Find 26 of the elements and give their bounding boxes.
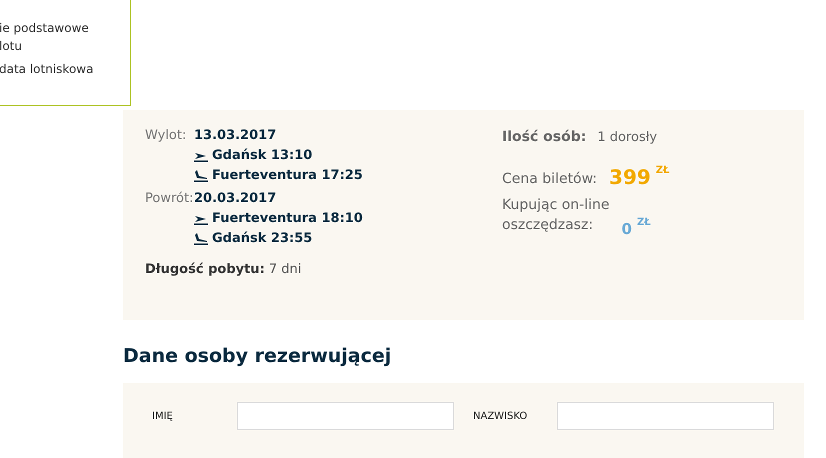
landing-icon <box>194 170 208 182</box>
field-label: NAZWISKO <box>473 411 528 422</box>
leg-label: Wylot: <box>145 128 188 145</box>
leg-date: 20.03.2017 <box>194 191 278 206</box>
savings-amount: 0 <box>622 220 632 238</box>
flight-place-time: Fuerteventura 18:10 <box>212 211 363 226</box>
input-field[interactable] <box>237 402 454 430</box>
price-label: Cena biletów: <box>502 171 598 187</box>
menu-item[interactable]: data lotniskowa <box>0 60 130 78</box>
price-currency: ZŁ <box>656 165 670 176</box>
flight-place-time: Fuerteventura 17:25 <box>212 168 363 183</box>
section-title: Dane osoby rezerwującej <box>123 345 392 369</box>
stay-length: Długość pobytu: 7 dni <box>145 262 302 277</box>
price-amount: 399 <box>609 165 651 189</box>
savings-label: Kupując on-line oszczędzasz: <box>502 196 610 235</box>
input-field[interactable] <box>557 402 774 430</box>
flight-place-time: Gdańsk 23:55 <box>212 231 312 246</box>
menu-item[interactable]: ie podstawowe lotu <box>0 19 130 55</box>
persons-label: Ilość osób: <box>502 129 586 145</box>
flight-place-time: Gdańsk 13:10 <box>212 148 312 163</box>
field-label: IMIĘ <box>152 411 174 422</box>
landing-icon <box>194 232 208 244</box>
leg-label: Powrót: <box>145 191 194 208</box>
leg-date: 13.03.2017 <box>194 128 278 143</box>
persons-value: 1 dorosły <box>597 130 658 145</box>
savings-currency: ZŁ <box>636 217 651 228</box>
